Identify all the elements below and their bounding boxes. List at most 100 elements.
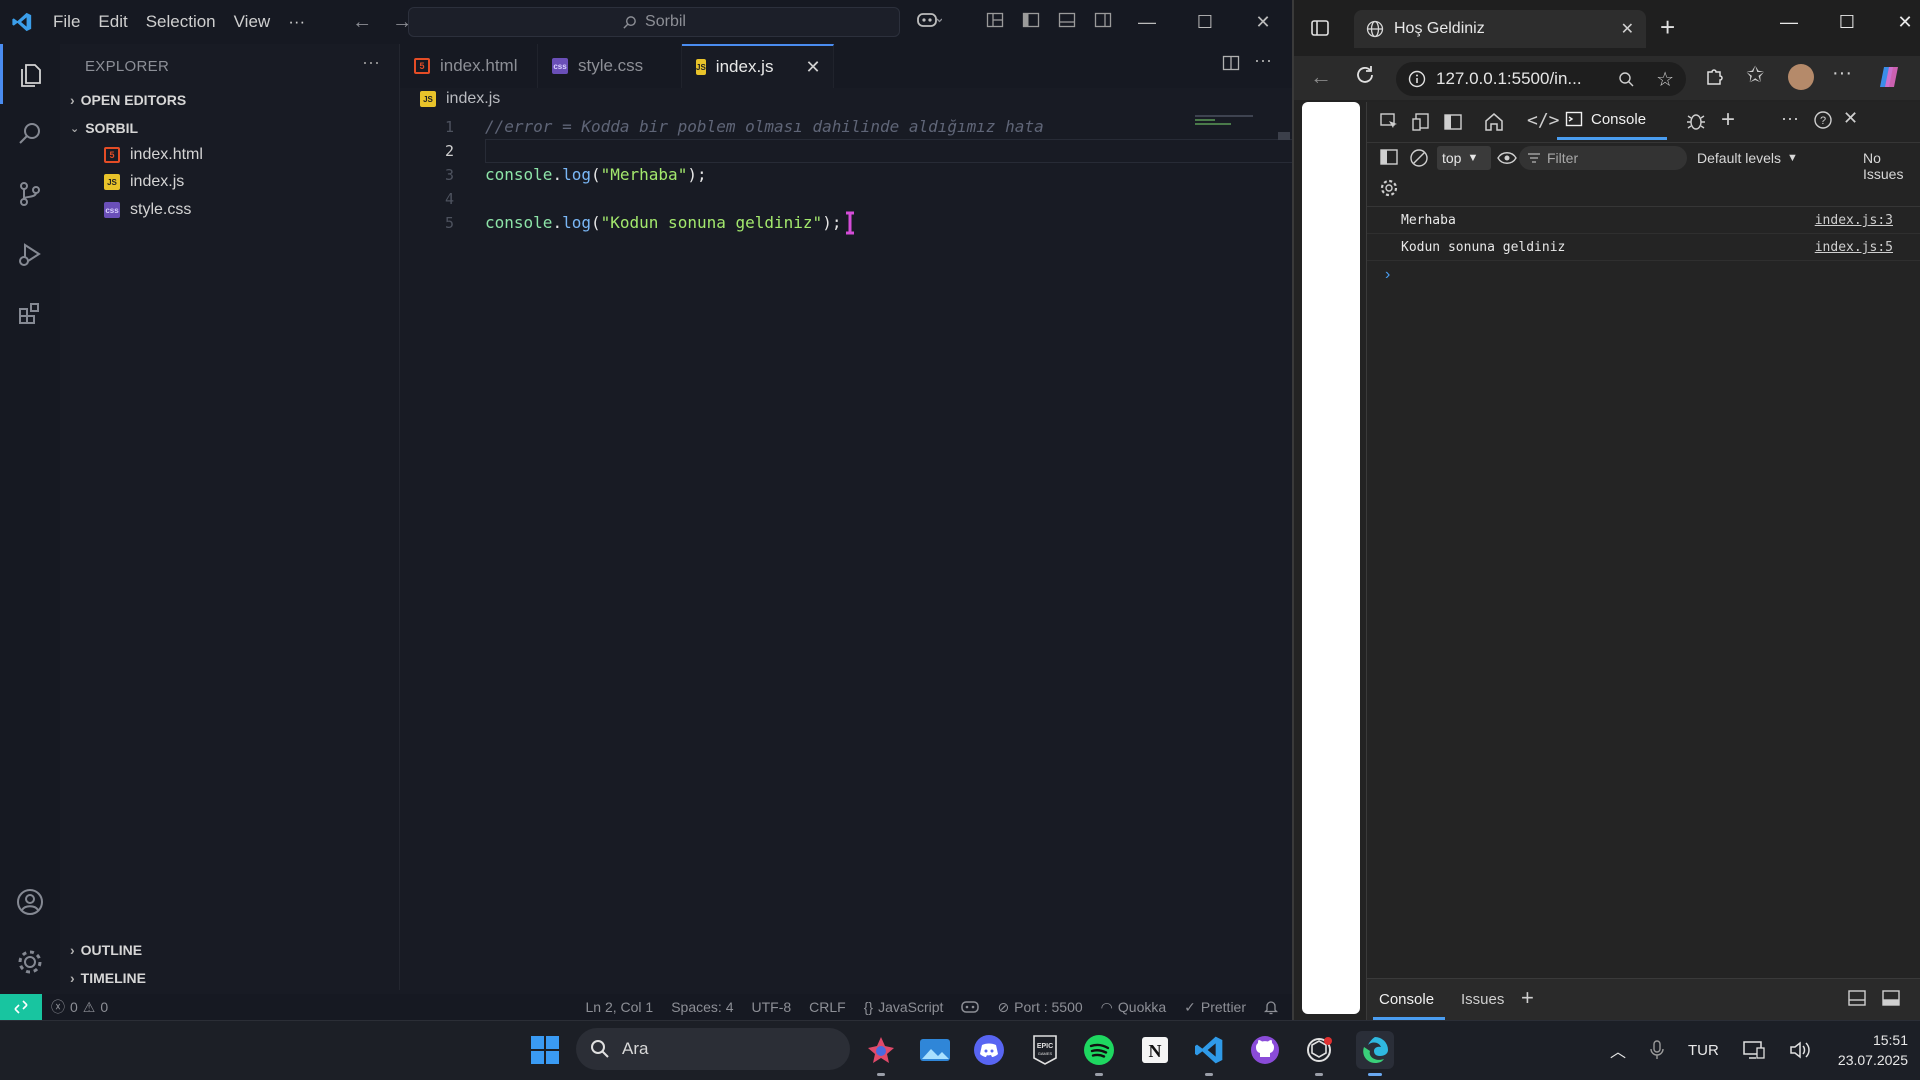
source-control-icon[interactable] — [0, 164, 60, 224]
close-icon[interactable]: ✕ — [1876, 0, 1920, 44]
command-center[interactable]: Sorbil — [408, 7, 900, 37]
sources-bug-icon[interactable] — [1685, 110, 1707, 132]
toggle-sidebar-icon[interactable] — [1022, 11, 1040, 29]
tab-index-html[interactable]: 5 index.html — [400, 44, 538, 88]
issues-counter[interactable]: No Issues — [1863, 150, 1920, 182]
show-hidden-icons-chevron-icon[interactable]: ︿ — [1610, 1038, 1626, 1062]
console-filter-input[interactable]: Filter — [1519, 146, 1687, 170]
inspect-element-icon[interactable] — [1379, 112, 1399, 132]
discord-icon[interactable] — [970, 1031, 1008, 1069]
minimize-icon[interactable]: — — [1118, 0, 1176, 44]
favorites-icon[interactable]: ✩ — [1746, 62, 1764, 88]
more-tools-plus-icon[interactable]: + — [1721, 106, 1735, 134]
outline-section[interactable]: › OUTLINE — [70, 942, 142, 958]
tab-index-js[interactable]: JS index.js ✕ — [682, 44, 834, 88]
remote-indicator-icon[interactable] — [0, 994, 42, 1020]
minimap[interactable] — [1195, 115, 1255, 127]
network-icon[interactable] — [1743, 1040, 1765, 1060]
tab-console[interactable]: Console — [1565, 110, 1646, 128]
console-source-link[interactable]: index.js:5 — [1815, 240, 1893, 255]
problems-indicator[interactable]: ⓧ 0 ⚠ 0 — [42, 997, 117, 1017]
copilot-icon[interactable] — [916, 10, 942, 30]
timeline-section[interactable]: › TIMELINE — [70, 970, 146, 986]
encoding[interactable]: UTF-8 — [742, 999, 800, 1015]
toggle-panel-icon[interactable] — [1058, 11, 1076, 29]
show-sidebar-icon[interactable] — [1379, 148, 1399, 166]
drawer-tab-issues[interactable]: Issues — [1461, 991, 1504, 1008]
zoom-icon[interactable] — [1618, 71, 1634, 87]
minimize-icon[interactable]: — — [1760, 0, 1818, 44]
elements-tab-icon[interactable]: </> — [1527, 110, 1560, 131]
console-settings-gear-icon[interactable] — [1379, 178, 1399, 198]
menu-selection[interactable]: Selection — [137, 12, 225, 32]
editor-scrollbar[interactable] — [1278, 132, 1290, 140]
settings-gear-icon[interactable] — [0, 932, 60, 992]
microphone-icon[interactable] — [1650, 1040, 1664, 1060]
tab-style-css[interactable]: css style.css — [538, 44, 682, 88]
device-emulation-icon[interactable] — [1411, 112, 1431, 132]
toggle-secondary-sidebar-icon[interactable] — [1094, 11, 1112, 29]
maximize-icon[interactable]: ☐ — [1818, 0, 1876, 44]
menu-view[interactable]: View — [225, 12, 280, 32]
breadcrumb[interactable]: JS index.js — [420, 90, 500, 108]
close-tab-icon[interactable]: ✕ — [1621, 19, 1634, 39]
spark-app-icon[interactable] — [862, 1031, 900, 1069]
favorite-star-icon[interactable]: ☆ — [1656, 67, 1674, 92]
close-icon[interactable]: ✕ — [1234, 0, 1292, 44]
prettier-status[interactable]: ✓ Prettier — [1175, 999, 1255, 1016]
web-page-viewport[interactable] — [1302, 102, 1360, 1014]
copilot-status-icon[interactable] — [952, 1000, 988, 1014]
close-devtools-icon[interactable]: ✕ — [1843, 108, 1858, 129]
back-icon[interactable]: ← — [1310, 64, 1332, 90]
indentation[interactable]: Spaces: 4 — [662, 999, 742, 1015]
code-editor[interactable]: 1 2 3 4 5 //error = Kodda bir poblem olm… — [400, 112, 1675, 982]
folder-section[interactable]: ⌄ SORBIL — [70, 120, 138, 136]
chatgpt-icon[interactable] — [1300, 1031, 1338, 1069]
windows-start-icon[interactable] — [526, 1031, 564, 1069]
editor-more-icon[interactable]: ··· — [1254, 50, 1272, 71]
split-editor-icon[interactable] — [1222, 54, 1240, 72]
notifications-bell-icon[interactable] — [1255, 999, 1292, 1015]
explorer-more-icon[interactable]: ··· — [362, 52, 380, 73]
undock-drawer-icon[interactable] — [1847, 989, 1867, 1007]
address-bar[interactable]: 127.0.0.1:5500/in... ☆ — [1396, 62, 1686, 96]
file-item-style-css[interactable]: css style.css — [104, 201, 191, 219]
tab-actions-icon[interactable] — [1310, 18, 1330, 38]
menu-more[interactable]: ··· — [279, 12, 314, 32]
nav-back-icon[interactable]: ← — [352, 11, 372, 34]
help-icon[interactable]: ? — [1813, 110, 1833, 130]
console-prompt-chevron-icon[interactable]: › — [1385, 266, 1390, 284]
run-debug-icon[interactable] — [0, 224, 60, 284]
copilot-icon[interactable] — [1876, 64, 1902, 90]
menu-edit[interactable]: Edit — [89, 12, 136, 32]
end-of-line[interactable]: CRLF — [800, 999, 855, 1015]
profile-avatar[interactable] — [1788, 64, 1814, 90]
taskbar-clock[interactable]: 15:51 23.07.2025 — [1808, 1030, 1908, 1070]
drawer-add-tab-icon[interactable]: + — [1521, 985, 1534, 1011]
console-source-link[interactable]: index.js:3 — [1815, 213, 1893, 228]
maximize-icon[interactable]: ☐ — [1176, 0, 1234, 44]
log-levels-dropdown[interactable]: Default levels ▼ — [1697, 150, 1798, 166]
browser-tab[interactable]: Hoş Geldiniz ✕ — [1354, 10, 1646, 48]
context-selector[interactable]: top ▼ — [1437, 146, 1491, 170]
clear-console-icon[interactable] — [1409, 148, 1429, 168]
input-language[interactable]: TUR — [1688, 1042, 1719, 1059]
extensions-icon[interactable] — [1704, 64, 1726, 86]
refresh-icon[interactable] — [1354, 64, 1376, 86]
close-drawer-icon[interactable] — [1881, 989, 1901, 1007]
new-tab-icon[interactable]: + — [1660, 12, 1675, 43]
devtools-menu-icon[interactable]: ··· — [1781, 108, 1799, 129]
file-item-index-js[interactable]: JS index.js — [104, 173, 184, 191]
taskbar-search[interactable]: Ara — [576, 1028, 850, 1070]
browser-menu-icon[interactable]: ··· — [1832, 62, 1852, 85]
open-editors-section[interactable]: › OPEN EDITORS — [70, 92, 186, 108]
github-desktop-icon[interactable] — [1246, 1031, 1284, 1069]
live-expression-eye-icon[interactable] — [1497, 150, 1517, 166]
photos-app-icon[interactable] — [916, 1031, 954, 1069]
live-server-port[interactable]: ⊘ Port : 5500 — [988, 999, 1091, 1016]
search-icon[interactable] — [0, 104, 60, 164]
language-mode[interactable]: {} JavaScript — [855, 999, 953, 1015]
close-tab-icon[interactable]: ✕ — [805, 57, 820, 78]
vscode-app-icon[interactable] — [1190, 1031, 1228, 1069]
menu-file[interactable]: File — [44, 12, 89, 32]
